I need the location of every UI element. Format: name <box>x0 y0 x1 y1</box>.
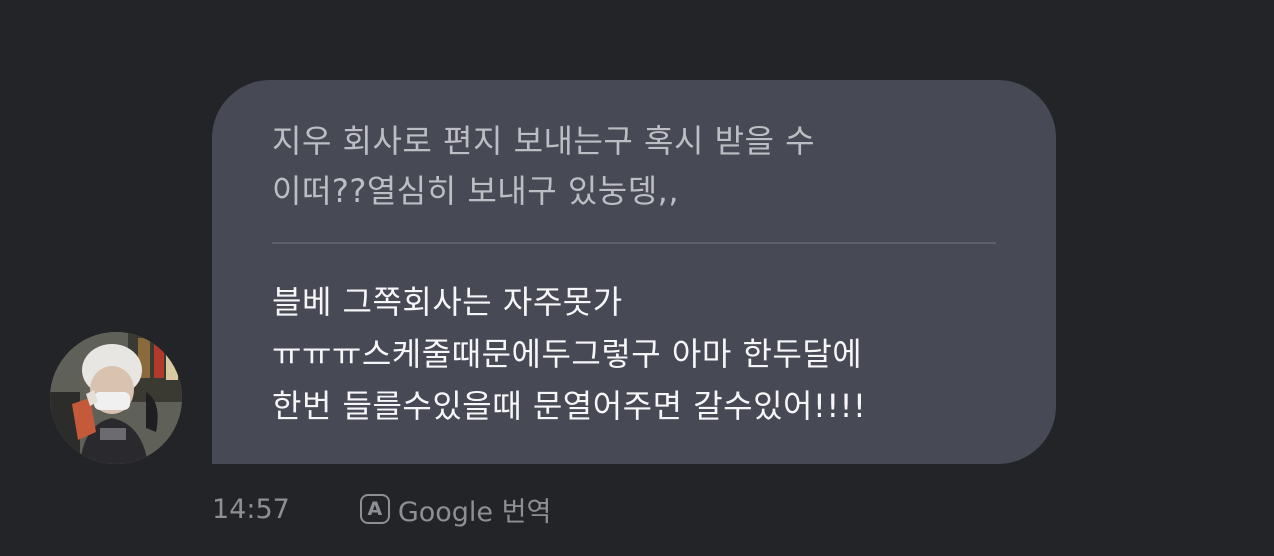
chat-screen: 지우 회사로 편지 보내는구 혹시 받을 수 이떠??열심히 보내구 있눙뎅,,… <box>0 0 1274 556</box>
translate-label: Google 번역 <box>397 496 552 528</box>
message-time: 14:57 <box>212 493 290 525</box>
quoted-line: 지우 회사로 편지 보내는구 혹시 받을 수 <box>272 122 816 160</box>
reply-line: 한번 들를수있을때 문열어주면 갈수있어!!!! <box>272 387 867 425</box>
avatar-photo-icon <box>50 332 182 464</box>
google-translate-button[interactable]: A Google 번역 <box>359 490 552 529</box>
message-footer: 14:57 A Google 번역 <box>212 488 551 530</box>
reply-line: ㅠㅠㅠ스케줄때문에두그렇구 아마 한두달에 <box>272 335 863 373</box>
reply-message: 블베 그쪽회사는 자주못가 ㅠㅠㅠ스케줄때문에두그렇구 아마 한두달에 한번 들… <box>272 276 1032 432</box>
message-bubble[interactable]: 지우 회사로 편지 보내는구 혹시 받을 수 이떠??열심히 보내구 있눙뎅,,… <box>212 80 1056 464</box>
quoted-message: 지우 회사로 편지 보내는구 혹시 받을 수 이떠??열심히 보내구 있눙뎅,, <box>272 116 1012 216</box>
reply-line: 블베 그쪽회사는 자주못가 <box>272 283 623 321</box>
sender-avatar[interactable] <box>50 332 182 464</box>
translate-icon: A <box>359 494 390 524</box>
reply-divider <box>272 242 996 244</box>
quoted-line: 이떠??열심히 보내구 있눙뎅,, <box>272 172 679 210</box>
